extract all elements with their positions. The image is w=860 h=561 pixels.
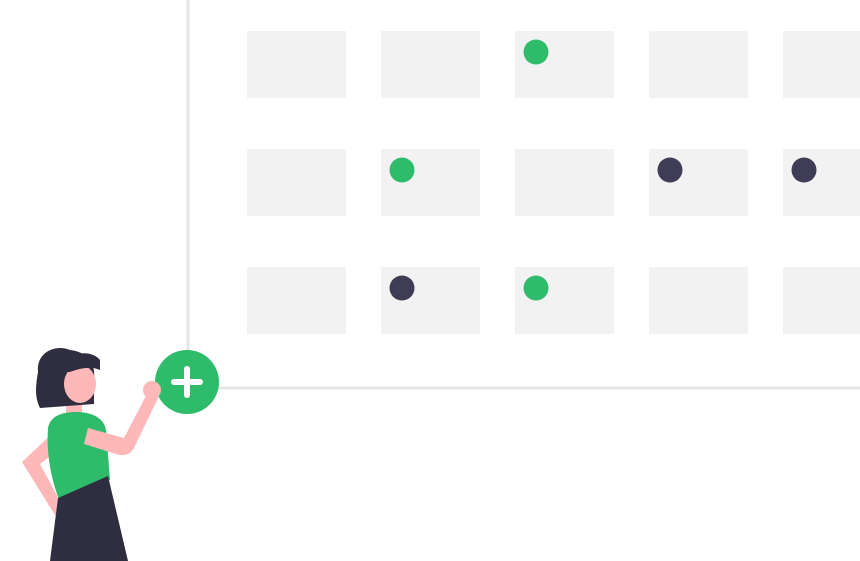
- event-dot-dark: [389, 275, 415, 301]
- person-figure: [22, 348, 160, 561]
- event-dot-green: [389, 157, 415, 183]
- calendar-cell[interactable]: [649, 149, 748, 216]
- calendar-cell[interactable]: [783, 149, 860, 216]
- calendar-cell[interactable]: [783, 31, 860, 98]
- calendar-cell[interactable]: [247, 149, 346, 216]
- calendar-cell[interactable]: [381, 149, 480, 216]
- calendar-cell[interactable]: [381, 267, 480, 334]
- calendar-cell[interactable]: [247, 267, 346, 334]
- calendar-grid: [247, 31, 860, 334]
- calendar-cell[interactable]: [381, 31, 480, 98]
- event-dot-dark: [791, 157, 817, 183]
- event-dot-green: [523, 275, 549, 301]
- calendar-cell[interactable]: [247, 31, 346, 98]
- calendar-cell[interactable]: [515, 31, 614, 98]
- calendar-cell[interactable]: [515, 267, 614, 334]
- event-dot-dark: [657, 157, 683, 183]
- event-dot-green: [523, 39, 549, 65]
- calendar-cell[interactable]: [783, 267, 860, 334]
- calendar-cell[interactable]: [649, 31, 748, 98]
- person-hand: [143, 381, 161, 399]
- illustration: [22, 0, 860, 561]
- calendar-cell[interactable]: [515, 149, 614, 216]
- calendar-board: [186, 0, 860, 390]
- plus-icon-vertical: [184, 366, 190, 398]
- calendar-cell[interactable]: [649, 267, 748, 334]
